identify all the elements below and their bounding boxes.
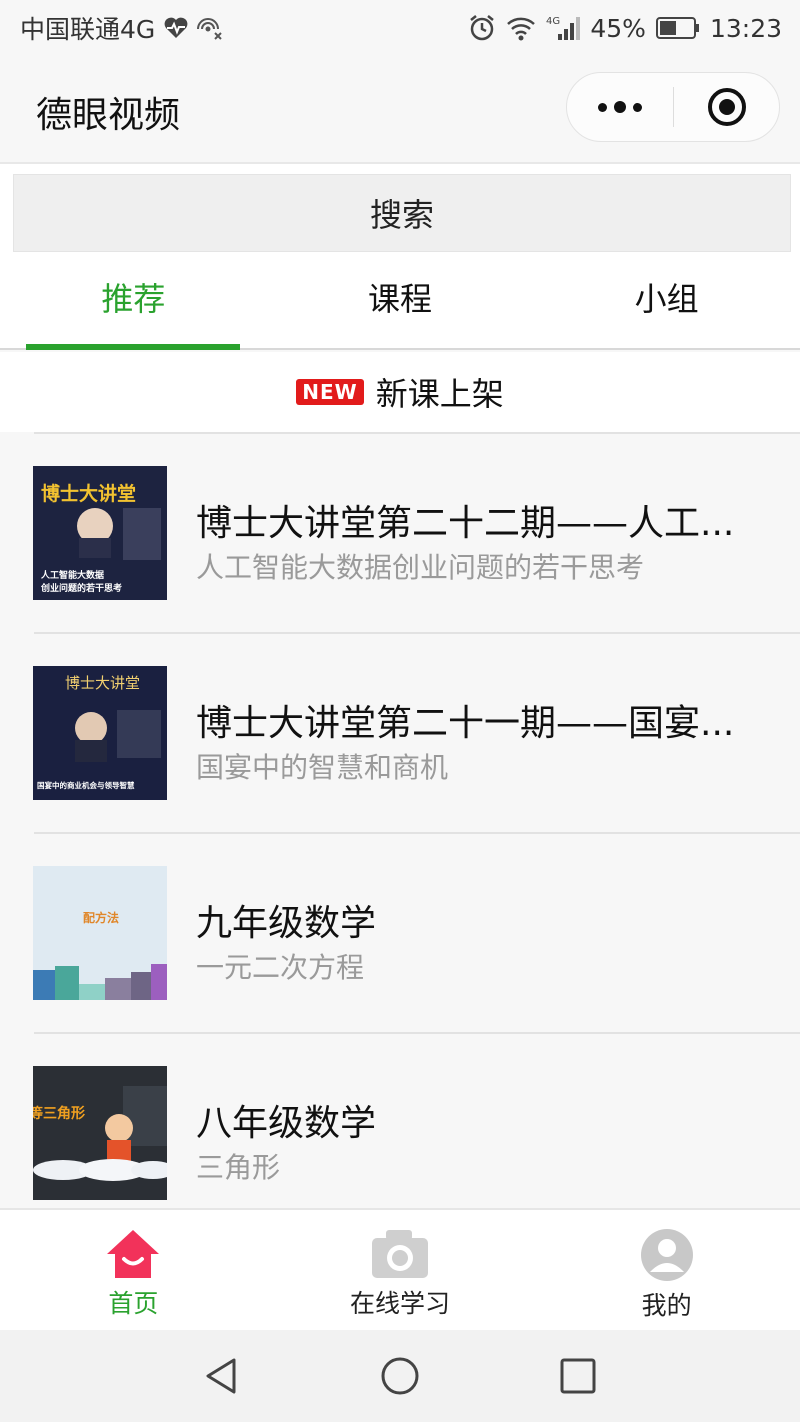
back-triangle-icon [206, 1358, 236, 1394]
tabbar-item-online-learning[interactable]: 在线学习 [267, 1210, 534, 1330]
recents-square-icon [560, 1358, 596, 1394]
course-subtitle: 三角形 [196, 1151, 281, 1184]
heart-pulse-icon [163, 16, 189, 40]
tab-courses[interactable]: 课程 [267, 264, 534, 348]
tabbar-label: 我的 [641, 1291, 692, 1320]
tab-label: 推荐 [101, 280, 166, 318]
tab-label: 课程 [368, 280, 433, 318]
new-badge: NEW [296, 379, 364, 405]
more-options-button[interactable] [567, 73, 673, 141]
divider [34, 432, 800, 434]
tab-groups[interactable]: 小组 [533, 264, 800, 348]
course-subtitle: 国宴中的智慧和商机 [196, 751, 449, 784]
battery-icon [655, 16, 700, 40]
course-title: 博士大讲堂第二十一期——国宴... [196, 703, 735, 744]
status-bar: 中国联通4G 4G 45% 13:23 [0, 0, 800, 56]
home-icon [107, 1230, 160, 1278]
alarm-icon [468, 14, 496, 42]
close-mini-program-button[interactable] [674, 73, 779, 141]
mini-program-capsule [566, 72, 780, 142]
thumbnail-heading: 等三角形 [33, 1105, 85, 1122]
course-thumbnail: 博士大讲堂 人工智能大数据 创业问题的若干思考 [33, 466, 167, 600]
back-button[interactable] [133, 1356, 311, 1396]
title-bar: 德眼视频 [0, 56, 800, 162]
thumbnail-heading: 博士大讲堂 [41, 482, 136, 505]
home-nav-button[interactable] [311, 1356, 489, 1396]
course-subtitle: 一元二次方程 [196, 951, 365, 984]
section-title: 新课上架 [375, 375, 504, 413]
home-circle-icon [381, 1357, 419, 1395]
recents-button[interactable] [489, 1356, 667, 1396]
course-title: 八年级数学 [196, 1103, 377, 1144]
course-subtitle: 人工智能大数据创业问题的若干思考 [196, 551, 645, 584]
course-title: 博士大讲堂第二十二期——人工... [196, 503, 735, 544]
cellular-signal-icon: 4G [546, 14, 581, 42]
clock-time: 13:23 [709, 13, 782, 43]
course-thumbnail: 配方法 [33, 866, 167, 1000]
divider [34, 632, 800, 634]
camera-icon [372, 1230, 428, 1278]
divider [34, 1032, 800, 1034]
tabbar-label: 首页 [108, 1289, 159, 1318]
course-item[interactable]: 博士大讲堂 人工智能大数据 创业问题的若干思考 博士大讲堂第二十二期——人工..… [0, 432, 800, 632]
thumbnail-heading: 博士大讲堂 [65, 674, 140, 692]
target-close-icon [707, 88, 746, 126]
system-nav-bar [0, 1330, 800, 1422]
course-title: 九年级数学 [196, 903, 377, 944]
more-dots-icon [598, 102, 607, 112]
tab-recommend[interactable]: 推荐 [0, 264, 267, 348]
thumbnail-caption: 人工智能大数据 [40, 569, 104, 581]
more-dots-icon [633, 102, 642, 112]
battery-percent: 45% [590, 13, 646, 43]
search-label: 搜索 [369, 196, 434, 234]
search-area: 搜索 [0, 162, 800, 264]
course-list: 博士大讲堂 人工智能大数据 创业问题的若干思考 博士大讲堂第二十二期——人工..… [0, 432, 800, 1232]
section-header: NEW 新课上架 [0, 352, 800, 432]
course-item[interactable]: 配方法 九年级数学 一元二次方程 [0, 832, 800, 1032]
svg-text:4G: 4G [546, 16, 560, 27]
course-item[interactable]: 博士大讲堂 国宴中的商业机会与领导智慧 博士大讲堂第二十一期——国宴... 国宴… [0, 632, 800, 832]
thumbnail-caption: 国宴中的商业机会与领导智慧 [37, 780, 135, 790]
tab-label: 小组 [634, 280, 699, 318]
search-input[interactable]: 搜索 [13, 174, 791, 252]
page-title: 德眼视频 [36, 95, 181, 136]
wifi-icon [506, 15, 536, 41]
course-thumbnail: 等三角形 [33, 1066, 167, 1200]
bottom-tab-bar: 首页 在线学习 我的 [0, 1208, 800, 1330]
tabbar-item-home[interactable]: 首页 [0, 1210, 267, 1330]
divider [34, 832, 800, 834]
more-dots-icon [614, 101, 626, 113]
course-thumbnail: 博士大讲堂 国宴中的商业机会与领导智慧 [33, 666, 167, 800]
carrier-label: 中国联通4G [20, 15, 156, 44]
course-item[interactable]: 等三角形 八年级数学 三角形 [0, 1032, 800, 1232]
user-icon [640, 1229, 693, 1281]
thumbnail-caption: 创业问题的若干思考 [40, 582, 122, 594]
category-tabs: 推荐 课程 小组 [0, 264, 800, 350]
active-tab-indicator [26, 344, 240, 350]
tabbar-label: 在线学习 [350, 1289, 451, 1318]
tabbar-item-mine[interactable]: 我的 [533, 1210, 800, 1330]
thumbnail-heading: 配方法 [83, 910, 119, 925]
hotspot-icon [197, 16, 223, 40]
